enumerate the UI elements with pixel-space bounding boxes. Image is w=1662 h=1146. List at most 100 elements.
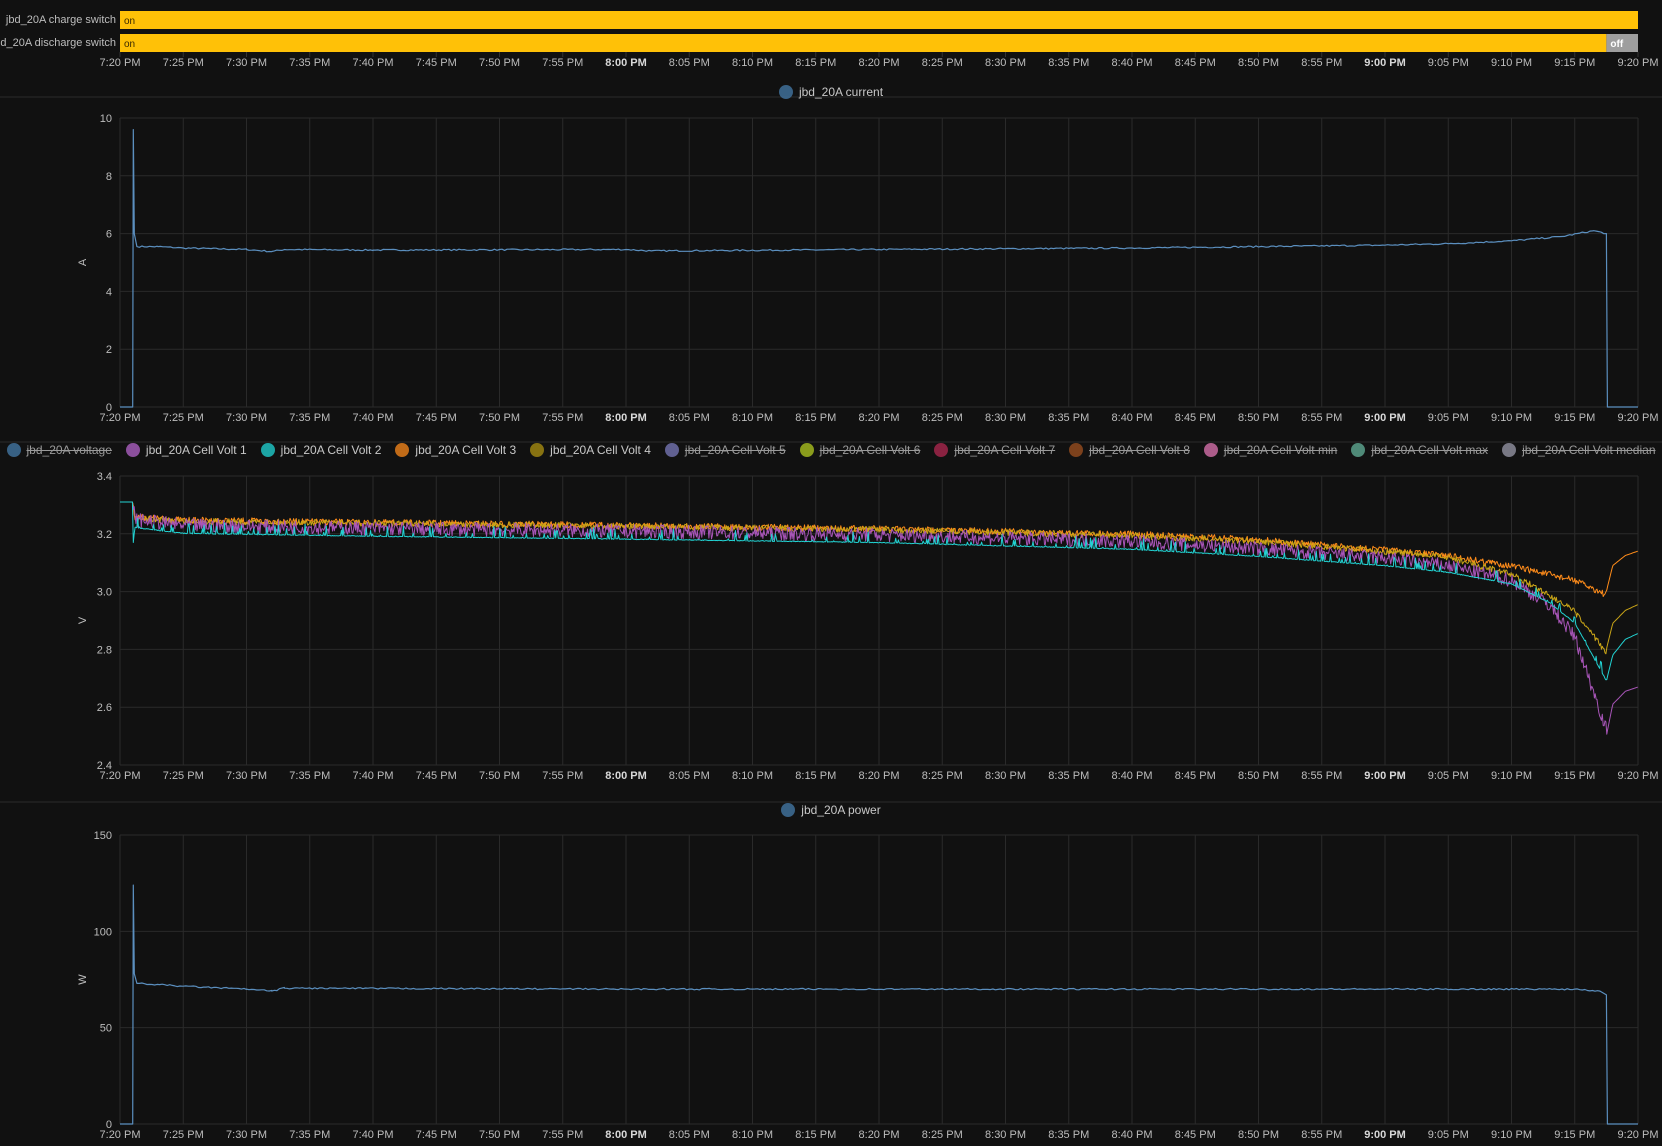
- legend-color-marker-icon: [1203, 443, 1218, 457]
- x-tick-label: 8:05 PM: [669, 57, 710, 69]
- switch-state-label: on: [124, 16, 135, 27]
- legend-label: jbd_20A Cell Volt 5: [684, 443, 786, 457]
- x-tick-label: 9:10 PM: [1491, 57, 1532, 69]
- legend-item[interactable]: jbd_20A Cell Volt max: [1351, 443, 1488, 457]
- x-tick-label: 9:05 PM: [1428, 57, 1469, 69]
- x-tick-label: 8:40 PM: [1112, 770, 1153, 782]
- legend-item[interactable]: jbd_20A power: [781, 803, 881, 817]
- x-tick-label: 9:05 PM: [1428, 1129, 1469, 1141]
- x-tick-label: 7:45 PM: [416, 1129, 457, 1141]
- x-tick-label: 8:40 PM: [1112, 57, 1153, 69]
- y-tick-label: 4: [106, 286, 112, 298]
- x-tick-label: 8:15 PM: [795, 57, 836, 69]
- y-axis-title: V: [77, 616, 89, 624]
- x-tick-label: 8:35 PM: [1048, 1129, 1089, 1141]
- x-tick-label: 8:00 PM: [605, 412, 647, 424]
- chart-legend: jbd_20A power: [0, 803, 1662, 817]
- legend-item[interactable]: jbd_20A Cell Volt 8: [1069, 443, 1190, 457]
- legend-item[interactable]: jbd_20A Cell Volt 1: [125, 443, 247, 457]
- x-tick-label: 8:25 PM: [922, 770, 963, 782]
- x-tick-label: 8:45 PM: [1175, 1129, 1216, 1141]
- y-tick-label: 0: [106, 402, 112, 414]
- x-tick-label: 8:25 PM: [922, 57, 963, 69]
- x-tick-label: 7:55 PM: [542, 57, 583, 69]
- legend-item[interactable]: jbd_20A current: [778, 85, 883, 99]
- x-tick-label: 7:30 PM: [226, 412, 267, 424]
- legend-item[interactable]: jbd_20A Cell Volt 4: [530, 443, 651, 457]
- x-tick-label: 8:45 PM: [1175, 412, 1216, 424]
- x-tick-label: 8:15 PM: [795, 1129, 836, 1141]
- x-tick-label: 9:05 PM: [1428, 412, 1469, 424]
- legend-item[interactable]: jbd_20A Cell Volt 5: [664, 443, 786, 457]
- x-tick-label: 7:30 PM: [226, 1129, 267, 1141]
- x-tick-label: 8:35 PM: [1048, 57, 1089, 69]
- x-tick-label: 8:55 PM: [1301, 770, 1342, 782]
- legend-item[interactable]: jbd_20A Cell Volt 7: [934, 443, 1055, 457]
- switch-segment-on: [120, 34, 1607, 52]
- x-tick-label: 8:50 PM: [1238, 770, 1279, 782]
- y-tick-label: 8: [106, 171, 112, 183]
- legend-color-marker-icon: [778, 85, 793, 99]
- legend-label: jbd_20A power: [801, 803, 881, 817]
- legend-color-marker-icon: [1351, 443, 1366, 457]
- x-tick-label: 8:45 PM: [1175, 770, 1216, 782]
- legend-color-marker-icon: [125, 443, 140, 457]
- y-tick-label: 6: [106, 229, 112, 241]
- y-tick-label: 3.2: [97, 529, 112, 541]
- x-tick-label: 8:35 PM: [1048, 412, 1089, 424]
- x-tick-label: 8:10 PM: [732, 57, 773, 69]
- x-tick-label: 7:35 PM: [289, 770, 330, 782]
- x-tick-label: 7:30 PM: [226, 770, 267, 782]
- x-tick-label: 7:45 PM: [416, 57, 457, 69]
- legend-color-marker-icon: [530, 443, 545, 457]
- legend-label: jbd_20A Cell Volt 6: [819, 443, 921, 457]
- x-tick-label: 7:50 PM: [479, 1129, 520, 1141]
- x-tick-label: 8:50 PM: [1238, 1129, 1279, 1141]
- y-tick-label: 50: [100, 1023, 112, 1035]
- x-tick-label: 7:55 PM: [542, 1129, 583, 1141]
- x-tick-label: 8:25 PM: [922, 412, 963, 424]
- x-tick-label: 7:35 PM: [289, 412, 330, 424]
- legend-item[interactable]: jbd_20A Cell Volt min: [1203, 443, 1338, 457]
- x-tick-label: 9:20 PM: [1618, 770, 1659, 782]
- x-tick-label: 8:10 PM: [732, 770, 773, 782]
- legend-label: jbd_20A Cell Volt 3: [415, 443, 517, 457]
- x-tick-label: 8:20 PM: [859, 1129, 900, 1141]
- x-tick-label: 7:45 PM: [416, 770, 457, 782]
- legend-label: jbd_20A Cell Volt min: [1223, 443, 1338, 457]
- x-tick-label: 9:15 PM: [1554, 412, 1595, 424]
- x-tick-label: 8:20 PM: [859, 57, 900, 69]
- y-tick-label: 100: [94, 926, 112, 938]
- legend-item[interactable]: jbd_20A Cell Volt 2: [260, 443, 382, 457]
- legend-label: jbd_20A Cell Volt 2: [280, 443, 382, 457]
- legend-color-marker-icon: [6, 443, 21, 457]
- x-tick-label: 8:20 PM: [859, 770, 900, 782]
- x-tick-label: 7:50 PM: [479, 770, 520, 782]
- x-tick-label: 8:10 PM: [732, 1129, 773, 1141]
- legend-color-marker-icon: [1502, 443, 1517, 457]
- y-tick-label: 10: [100, 113, 112, 125]
- legend-label: jbd_20A Cell Volt median: [1522, 443, 1656, 457]
- x-tick-label: 8:30 PM: [985, 412, 1026, 424]
- switch-state-label: on: [124, 39, 135, 50]
- legend-color-marker-icon: [395, 443, 410, 457]
- x-tick-label: 8:50 PM: [1238, 57, 1279, 69]
- legend-item[interactable]: jbd_20A voltage: [6, 443, 112, 457]
- legend-item[interactable]: jbd_20A Cell Volt median: [1502, 443, 1656, 457]
- switch-row-label: jbd_20A discharge switch: [0, 37, 116, 49]
- x-tick-label: 7:40 PM: [353, 57, 394, 69]
- x-tick-label: 7:45 PM: [416, 412, 457, 424]
- x-tick-label: 8:00 PM: [605, 1129, 647, 1141]
- x-tick-label: 7:20 PM: [100, 57, 141, 69]
- x-tick-label: 9:00 PM: [1364, 57, 1406, 69]
- x-tick-label: 8:00 PM: [605, 770, 647, 782]
- switch-row-label: jbd_20A charge switch: [5, 14, 116, 26]
- legend-label: jbd_20A Cell Volt max: [1371, 443, 1489, 457]
- x-tick-label: 7:25 PM: [163, 770, 204, 782]
- legend-item[interactable]: jbd_20A Cell Volt 3: [395, 443, 516, 457]
- y-axis-title: A: [77, 258, 89, 266]
- x-tick-label: 8:05 PM: [669, 1129, 710, 1141]
- legend-item[interactable]: jbd_20A Cell Volt 6: [799, 443, 921, 457]
- y-axis-title: W: [77, 974, 89, 985]
- x-tick-label: 8:35 PM: [1048, 770, 1089, 782]
